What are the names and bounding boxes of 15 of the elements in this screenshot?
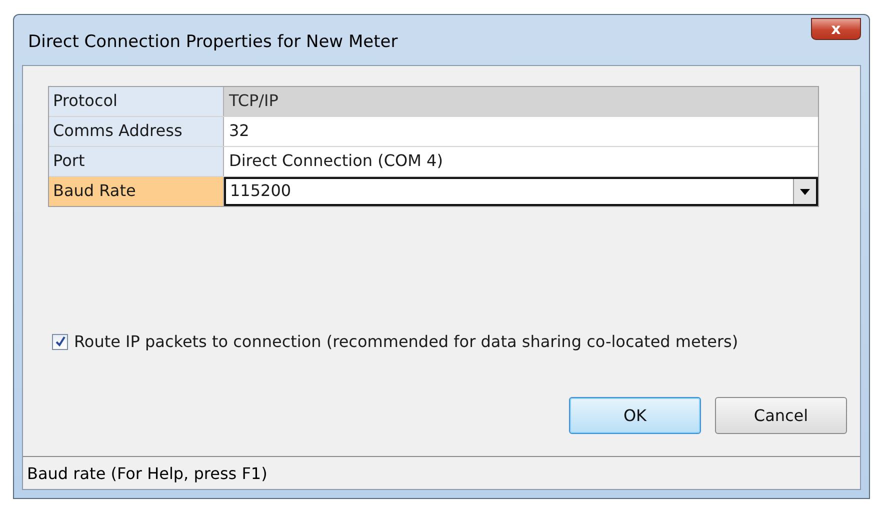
dialog-button[interactable]: OK [569, 397, 701, 434]
property-label[interactable]: Comms Address [49, 117, 224, 146]
dropdown-field[interactable]: 115200 [224, 177, 818, 206]
dialog-button[interactable]: Cancel [715, 397, 847, 434]
status-text: Baud rate (For Help, press F1) [27, 464, 268, 482]
property-label[interactable]: Protocol [49, 87, 224, 116]
close-button[interactable]: x [811, 18, 861, 40]
property-label[interactable]: Baud Rate [49, 177, 224, 206]
caret-icon [800, 188, 810, 194]
property-value[interactable]: TCP/IP [224, 87, 818, 116]
checkbox-label[interactable]: Route IP packets to connection (recommended for data sharing co-located meters) [74, 332, 738, 351]
dropdown-button[interactable] [793, 179, 816, 204]
window-title: Direct Connection Properties for New Meter [27, 31, 398, 52]
checkbox[interactable] [52, 334, 68, 350]
property-label[interactable]: Port [49, 147, 224, 176]
